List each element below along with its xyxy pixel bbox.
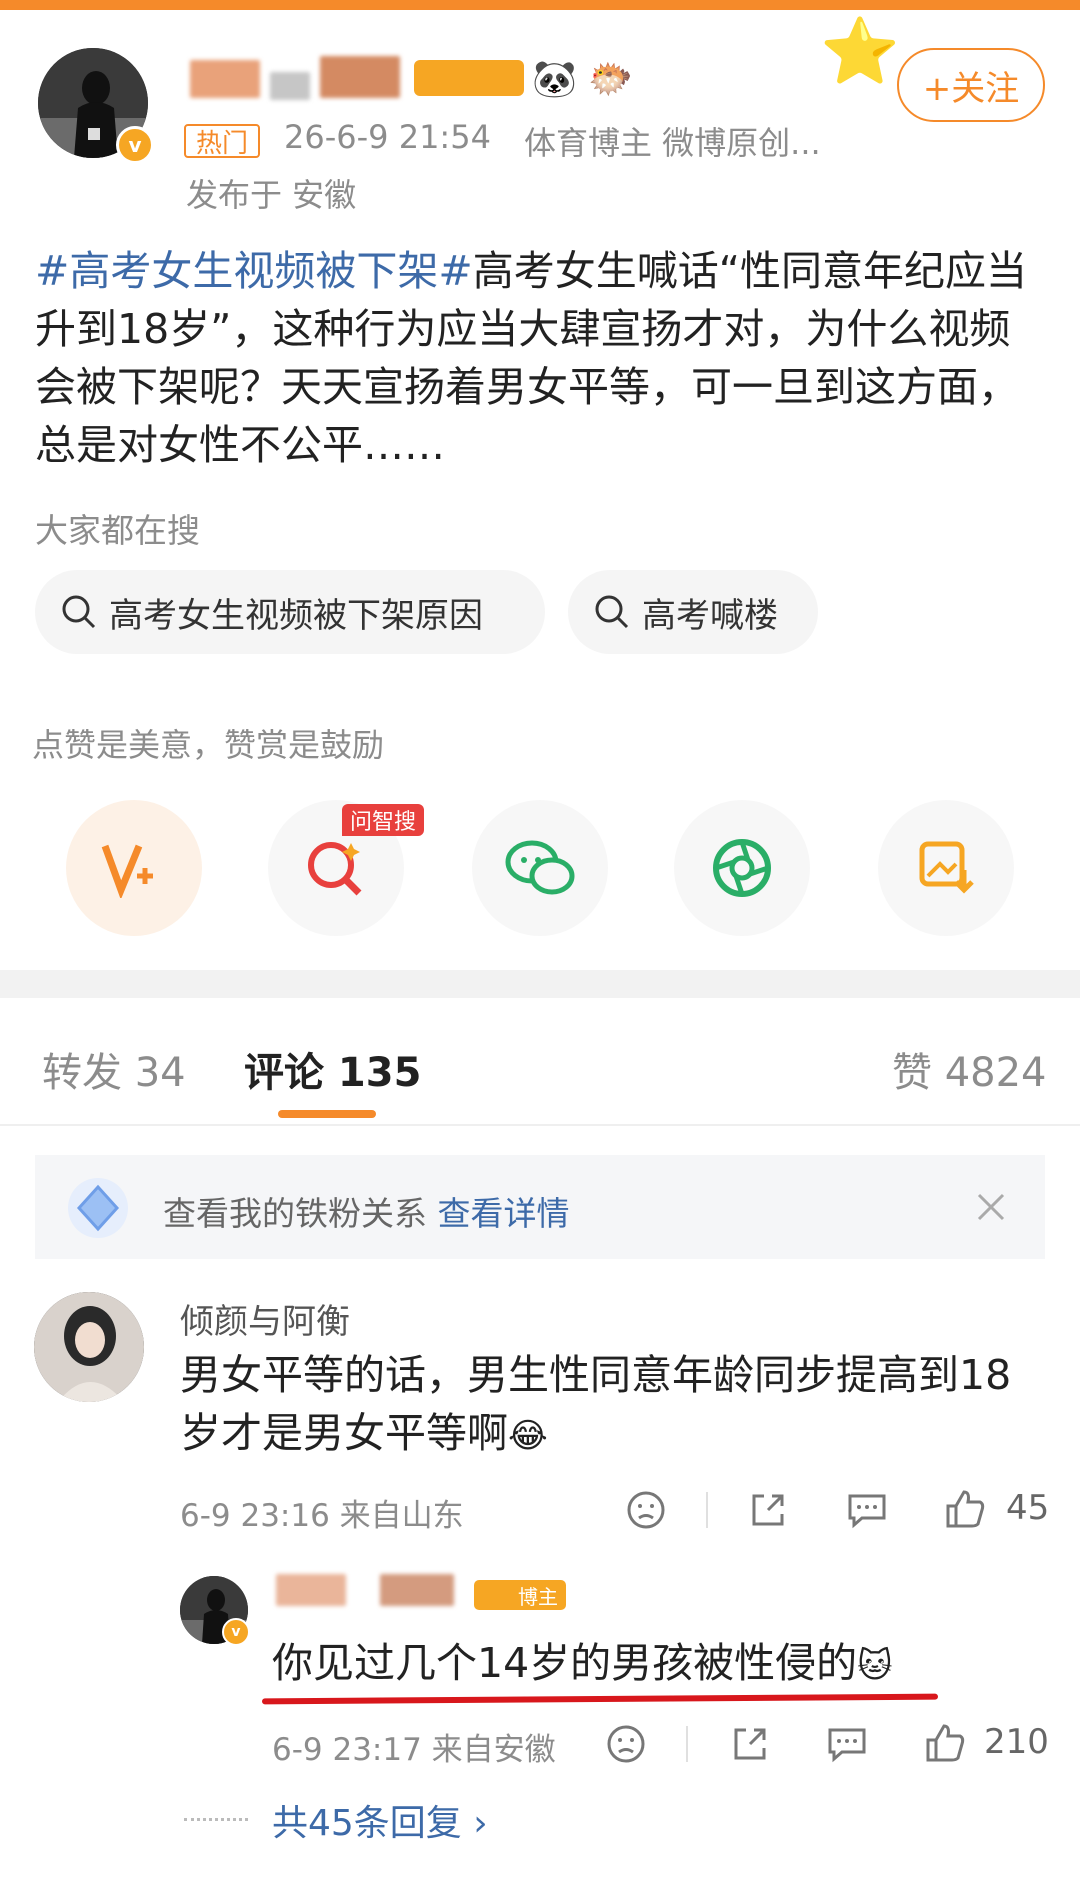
- level-badge-icon: [414, 60, 524, 96]
- reply-meta: 6-9 23:17 来自安徽: [272, 1732, 556, 1768]
- fan-detail-link[interactable]: 查看详情: [438, 1194, 570, 1233]
- decoration-sticker-icon: ⭐: [820, 15, 900, 89]
- post-body: #高考女生视频被下架#高考女生喊话“性同意年纪应当升到18岁”，这种行为应当大肆…: [35, 242, 1045, 474]
- topic-link[interactable]: #高考女生视频被下架#: [35, 247, 473, 295]
- red-underline-annotation: [261, 1693, 939, 1705]
- post-timestamp: 26-6-9 21:54: [284, 118, 491, 156]
- diamond-icon: [68, 1178, 128, 1238]
- dislike-icon[interactable]: [626, 1490, 666, 1530]
- search-chip-2[interactable]: 高考喊楼: [568, 570, 818, 654]
- author-description: 体育博主 微博原创...: [524, 124, 821, 162]
- comment-text: 男女平等的话，男生性同意年龄同步提高到18岁才是男女平等啊😂: [180, 1346, 1040, 1465]
- moments-share-button[interactable]: [674, 800, 810, 936]
- reply-masked-name: [276, 1574, 346, 1606]
- wechat-icon: [505, 840, 575, 895]
- reward-button[interactable]: [66, 800, 202, 936]
- wechat-share-button[interactable]: [472, 800, 608, 936]
- like-icon[interactable]: [944, 1488, 986, 1530]
- aperture-icon: [713, 839, 771, 897]
- verified-badge-icon: v: [116, 126, 154, 164]
- tabs-divider: [0, 1124, 1080, 1126]
- tab-likes[interactable]: 赞 4824: [892, 1040, 1047, 1098]
- cat-emoji-icon: 🐱: [857, 1646, 893, 1686]
- v-plus-icon: [101, 844, 153, 898]
- search-chip-1[interactable]: 高考女生视频被下架原因: [35, 570, 545, 654]
- blogger-badge-label: 博主: [518, 1584, 558, 1609]
- fan-relation-bar[interactable]: 查看我的铁粉关系 查看详情: [35, 1155, 1045, 1259]
- ai-search-icon: [308, 842, 362, 896]
- post-location: 发布于 安徽: [186, 176, 357, 214]
- masked-username-2: [270, 72, 310, 100]
- section-divider: [0, 970, 1080, 998]
- action-separator: [706, 1492, 708, 1528]
- like-count: 45: [1006, 1488, 1050, 1528]
- top-accent-bar: [0, 0, 1080, 10]
- close-icon[interactable]: [975, 1191, 1007, 1223]
- masked-username: [190, 60, 260, 98]
- tab-repost[interactable]: 转发 34: [42, 1040, 186, 1098]
- hot-tag: 热门: [184, 124, 261, 159]
- masked-username-3: [320, 56, 400, 98]
- like-icon[interactable]: [924, 1722, 966, 1764]
- comment-icon[interactable]: [846, 1490, 888, 1530]
- hot-search-label: 大家都在搜: [35, 511, 200, 550]
- reply-body: 你见过几个14岁的男孩被性侵的: [272, 1639, 858, 1687]
- fan-relation-label: 查看我的铁粉关系: [163, 1194, 427, 1233]
- reply-like-count: 210: [984, 1722, 1049, 1762]
- fish-icon: 🐡: [588, 59, 633, 100]
- dislike-icon[interactable]: [606, 1724, 646, 1764]
- panda-icon: 🐼: [532, 59, 577, 100]
- action-separator: [686, 1726, 688, 1762]
- ask-badge: 问智搜: [342, 804, 424, 836]
- search-chip-label: 高考女生视频被下架原因: [109, 595, 483, 636]
- commenter-name[interactable]: 倾颜与阿衡: [180, 1294, 350, 1343]
- laugh-cry-emoji-icon: 😂: [508, 1416, 548, 1456]
- comment-icon[interactable]: [826, 1724, 868, 1764]
- share-icon[interactable]: [748, 1490, 788, 1530]
- reply-text: 你见过几个14岁的男孩被性侵的🐱: [272, 1634, 1052, 1695]
- follow-button[interactable]: +关注: [897, 48, 1045, 122]
- share-icon[interactable]: [730, 1724, 770, 1764]
- blogger-badge: 博主: [474, 1580, 566, 1610]
- search-icon: [595, 595, 629, 629]
- tab-comments[interactable]: 评论 135: [244, 1040, 421, 1098]
- search-icon: [62, 595, 96, 629]
- active-tab-indicator: [278, 1110, 376, 1118]
- view-all-replies-link[interactable]: 共45条回复 ›: [272, 1794, 488, 1846]
- dotted-connector: [184, 1818, 248, 1821]
- save-image-button[interactable]: [878, 800, 1014, 936]
- reward-label: 点赞是美意，赞赏是鼓励: [32, 726, 385, 764]
- comment-meta: 6-9 23:16 来自山东: [180, 1498, 464, 1534]
- reply-verified-icon: v: [222, 1618, 250, 1646]
- reply-masked-name-2: [380, 1574, 454, 1606]
- search-chip-label: 高考喊楼: [642, 595, 778, 636]
- download-image-icon: [919, 841, 974, 894]
- commenter-avatar[interactable]: [34, 1292, 144, 1402]
- comment-body: 男女平等的话，男生性同意年龄同步提高到18岁才是男女平等啊: [180, 1351, 1012, 1457]
- fan-relation-text: 查看我的铁粉关系 查看详情: [163, 1187, 570, 1235]
